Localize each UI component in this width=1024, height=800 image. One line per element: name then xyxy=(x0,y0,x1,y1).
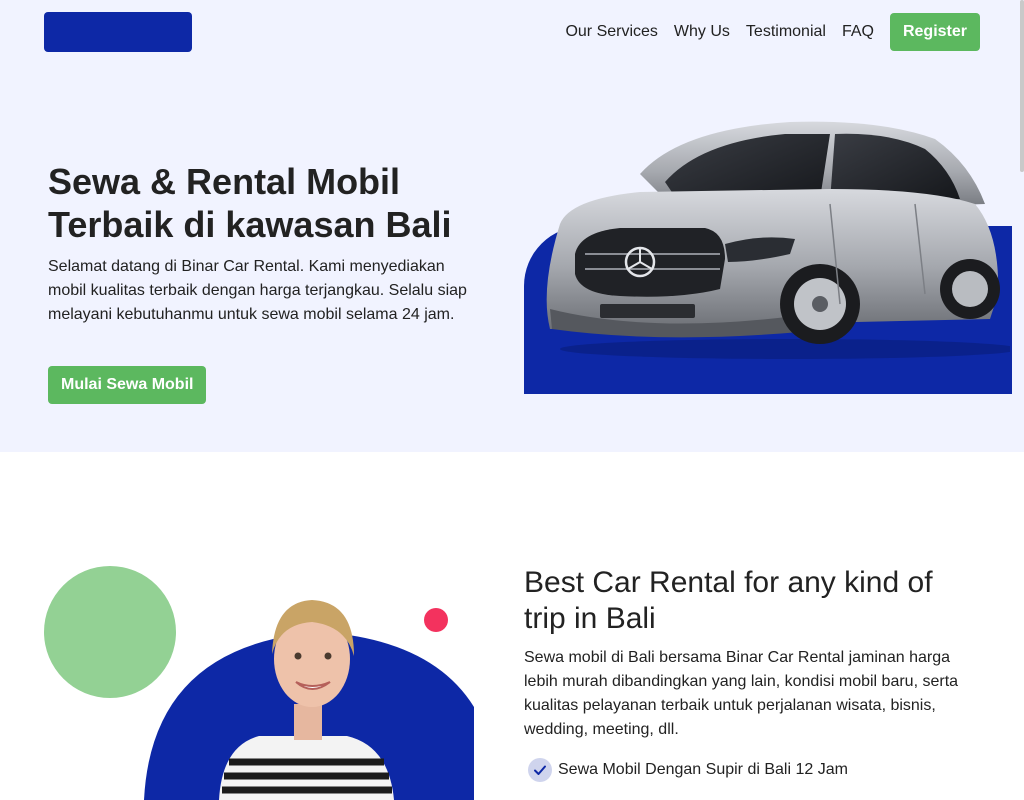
register-button[interactable]: Register xyxy=(889,13,980,51)
nav-link-faq[interactable]: FAQ xyxy=(842,23,874,41)
check-icon xyxy=(528,758,552,782)
why-us-description: Sewa mobil di Bali bersama Binar Car Ren… xyxy=(524,649,959,738)
scrollbar-thumb[interactable] xyxy=(1020,0,1024,172)
red-dot-decoration xyxy=(424,608,448,632)
nav-link-why-us[interactable]: Why Us xyxy=(674,23,730,41)
nav-links: Our Services Why Us Testimonial FAQ Regi… xyxy=(565,0,980,64)
brand-logo[interactable] xyxy=(44,12,192,52)
why-us-illustration xyxy=(44,564,474,800)
nav-link-our-services[interactable]: Our Services xyxy=(565,23,657,41)
page-scrollbar[interactable] xyxy=(1020,0,1024,800)
navbar: Our Services Why Us Testimonial FAQ Regi… xyxy=(0,0,1024,64)
checklist-item: Sewa Mobil Dengan Supir di Bali 12 Jam xyxy=(528,758,848,782)
start-rental-button[interactable]: Mulai Sewa Mobil xyxy=(48,366,207,404)
hero-title: Sewa & Rental Mobil Terbaik di kawasan B… xyxy=(48,161,452,245)
green-circle-decoration xyxy=(44,566,176,698)
car-image xyxy=(546,121,1010,359)
checklist-item-text: Sewa Mobil Dengan Supir di Bali 12 Jam xyxy=(558,761,848,778)
nav-link-testimonial[interactable]: Testimonial xyxy=(746,23,826,41)
why-us-title: Best Car Rental for any kind of trip in … xyxy=(524,566,933,635)
hero-section: Sewa & Rental Mobil Terbaik di kawasan B… xyxy=(0,64,1024,452)
woman-illustration xyxy=(44,566,474,800)
hero-description: Selamat datang di Binar Car Rental. Kami… xyxy=(48,258,467,323)
